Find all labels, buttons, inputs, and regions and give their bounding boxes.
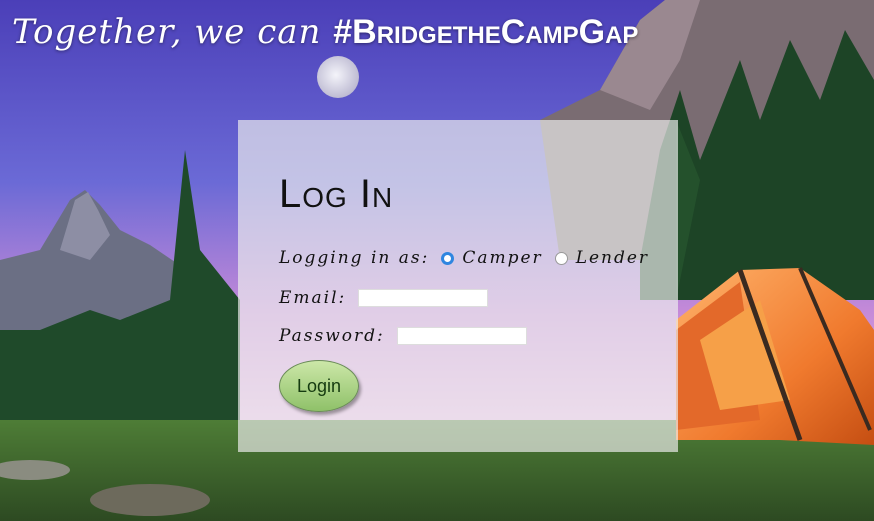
login-panel: Log In Logging in as: Camper Lender Emai… <box>238 120 678 452</box>
email-field[interactable] <box>358 289 489 307</box>
email-label: Email: <box>279 288 347 308</box>
lender-radio[interactable] <box>554 251 568 265</box>
email-row: Email: <box>279 288 489 308</box>
role-selector: Logging in as: Camper Lender <box>279 248 649 268</box>
role-label: Logging in as: <box>279 248 430 268</box>
lender-radio-label[interactable]: Lender <box>576 248 649 268</box>
camper-radio[interactable] <box>441 251 455 265</box>
password-field[interactable] <box>396 327 527 345</box>
headline-text: Together, we can <box>12 12 322 52</box>
camper-radio-label[interactable]: Camper <box>462 248 542 268</box>
password-label: Password: <box>279 326 385 346</box>
hashtag: #BridgetheCampGap <box>333 13 639 51</box>
hero-headline: Together, we can #BridgetheCampGap <box>12 12 638 52</box>
login-button[interactable]: Login <box>279 360 359 412</box>
login-title: Log In <box>279 172 394 216</box>
password-row: Password: <box>279 326 527 346</box>
